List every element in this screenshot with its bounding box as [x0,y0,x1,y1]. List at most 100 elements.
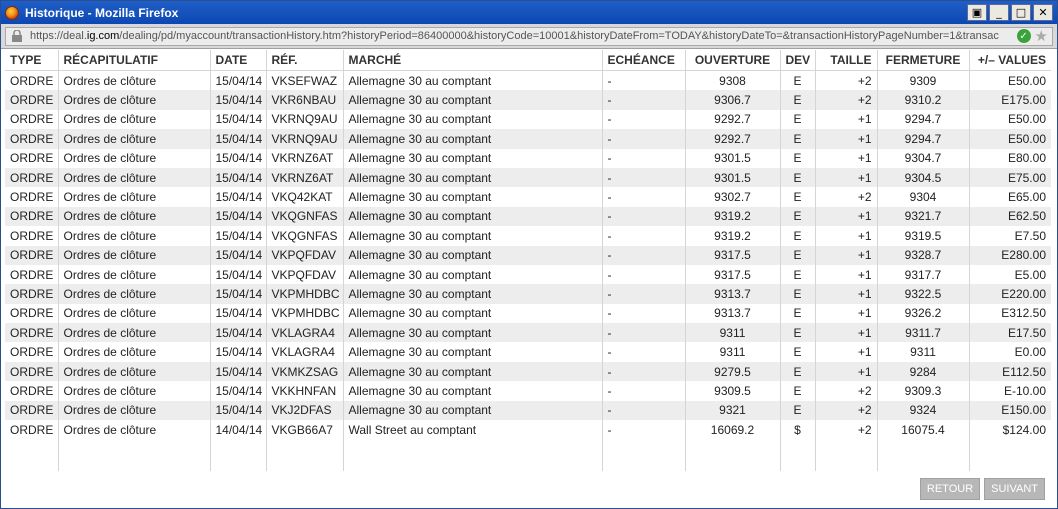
cell-date: 15/04/14 [209,90,266,110]
cell-open: 9302.7 [684,187,780,207]
cell-open: 9321 [684,400,780,421]
maximize-button[interactable]: □ [1011,4,1031,21]
cell-type: ORDRE [5,245,58,265]
close-button[interactable]: ✕ [1033,4,1053,21]
url-text: https://deal.ig.com/dealing/pd/myaccount… [30,30,1013,42]
next-button[interactable]: SUIVANT [984,478,1045,500]
cell-currency: E [779,264,815,285]
cell-close: 9311.7 [876,323,969,343]
column-header-expiry[interactable]: ECHÉANCE [601,50,685,71]
column-header-type[interactable]: TYPE [5,50,58,71]
cell-currency: E [779,323,815,343]
cell-type: ORDRE [5,284,58,304]
url-prefix: https://deal. [30,30,87,42]
table-row: ORDRE Ordres de clôture 15/04/14 VKQGNFAS Al… [5,226,1051,246]
cell-pnl: E-10.00 [968,381,1051,401]
cell-close: 9310.2 [876,90,969,110]
cell-currency: E [779,90,815,110]
browser-window: Historique - Mozilla Firefox ▣ _ □ ✕ htt… [0,0,1058,509]
filler-cell [968,439,1051,472]
cell-type: ORDRE [5,206,58,227]
cell-size: +1 [814,264,877,285]
cell-summary: Ordres de clôture [57,323,210,343]
column-header-open[interactable]: OUVERTURE [684,50,780,71]
cell-ref: VKPMHDBC [265,284,343,304]
cell-market: Allemagne 30 au comptant [342,400,602,421]
table-row: ORDRE Ordres de clôture 15/04/14 VKLAGRA4 Al… [5,323,1051,343]
cell-ref: VKRNQ9AU [265,129,343,149]
cell-pnl: E75.00 [968,167,1051,188]
filler-cell [5,439,58,472]
cell-expiry: - [601,264,685,285]
cell-summary: Ordres de clôture [57,264,210,285]
cell-pnl: $124.00 [968,420,1051,440]
back-button[interactable]: RETOUR [919,478,981,500]
cell-open: 9317.5 [684,264,780,285]
column-header-pnl[interactable]: +/– VALUES [968,50,1051,71]
star-icon[interactable]: ★ [1035,29,1048,44]
column-header-size[interactable]: TAILLE [814,50,877,71]
cell-summary: Ordres de clôture [57,381,210,401]
column-header-close[interactable]: FERMETURE [876,50,969,71]
cell-date: 15/04/14 [209,264,266,285]
cell-expiry: - [601,323,685,343]
cell-type: ORDRE [5,90,58,110]
cell-date: 15/04/14 [209,148,266,168]
cell-expiry: - [601,187,685,207]
cell-size: +1 [814,206,877,227]
table-row: ORDRE Ordres de clôture 15/04/14 VKPMHDBC Al… [5,303,1051,324]
cell-size: +1 [814,148,877,168]
cell-ref: VKPMHDBC [265,303,343,324]
cell-summary: Ordres de clôture [57,284,210,304]
cell-open: 16069.2 [684,420,780,440]
cell-ref: VKR6NBAU [265,90,343,110]
table-row: ORDRE Ordres de clôture 15/04/14 VKQGNFAS Al… [5,206,1051,227]
cell-ref: VKPQFDAV [265,264,343,285]
cell-market: Allemagne 30 au comptant [342,226,602,246]
cell-date: 15/04/14 [209,70,266,91]
cell-expiry: - [601,342,685,362]
cell-date: 15/04/14 [209,381,266,401]
cell-type: ORDRE [10,383,54,398]
cell-close: 9322.5 [876,284,969,304]
column-header-market[interactable]: MARCHÉ [342,50,602,71]
cell-expiry: - [601,303,685,324]
column-header-date[interactable]: DATE [209,50,266,71]
cell-date: 15/04/14 [209,400,266,421]
cell-close: 16075.4 [876,420,969,440]
cell-type: ORDRE [10,73,54,88]
column-header-ref[interactable]: RÉF. [265,50,343,71]
restore-icon[interactable]: ▣ [967,4,987,21]
cell-ref: VKMKZSAG [265,361,343,382]
cell-summary: Ordres de clôture [57,187,210,207]
cell-size: +2 [814,90,877,110]
cell-size: +1 [814,109,877,130]
minimize-button[interactable]: _ [989,4,1009,21]
column-header-summary[interactable]: RÉCAPITULATIF [57,50,210,71]
cell-market: Allemagne 30 au comptant [342,264,602,285]
cell-pnl: E50.00 [968,129,1051,149]
address-field[interactable]: https://deal.ig.com/dealing/pd/myaccount… [5,26,1053,46]
cell-currency: $ [779,420,815,440]
cell-summary: Ordres de clôture [57,129,210,149]
cell-ref: VKRNZ6AT [265,148,343,168]
cell-expiry: - [601,361,685,382]
cell-date: 15/04/14 [209,323,266,343]
cell-summary: Ordres de clôture [57,420,210,440]
cell-pnl: E312.50 [968,303,1051,324]
cell-open: 9292.7 [684,129,780,149]
table-row: ORDRE Ordres de clôture 15/04/14 VKPQFDAV Al… [5,245,1051,265]
cell-ref: VKQGNFAS [265,206,343,227]
column-header-currency[interactable]: DEV [779,50,815,71]
cell-size: +2 [814,187,877,207]
cell-currency: E [779,303,815,324]
cell-open: 9311 [684,323,780,343]
cell-expiry: - [601,284,685,304]
cell-open: 9313.7 [684,284,780,304]
cell-summary: Ordres de clôture [57,342,210,362]
cell-open: 9308 [684,70,780,91]
check-icon: ✓ [1016,29,1031,43]
cell-summary: Ordres de clôture [57,167,210,188]
title-bar: Historique - Mozilla Firefox ▣ _ □ ✕ [1,1,1057,24]
cell-pnl: E0.00 [968,342,1051,362]
